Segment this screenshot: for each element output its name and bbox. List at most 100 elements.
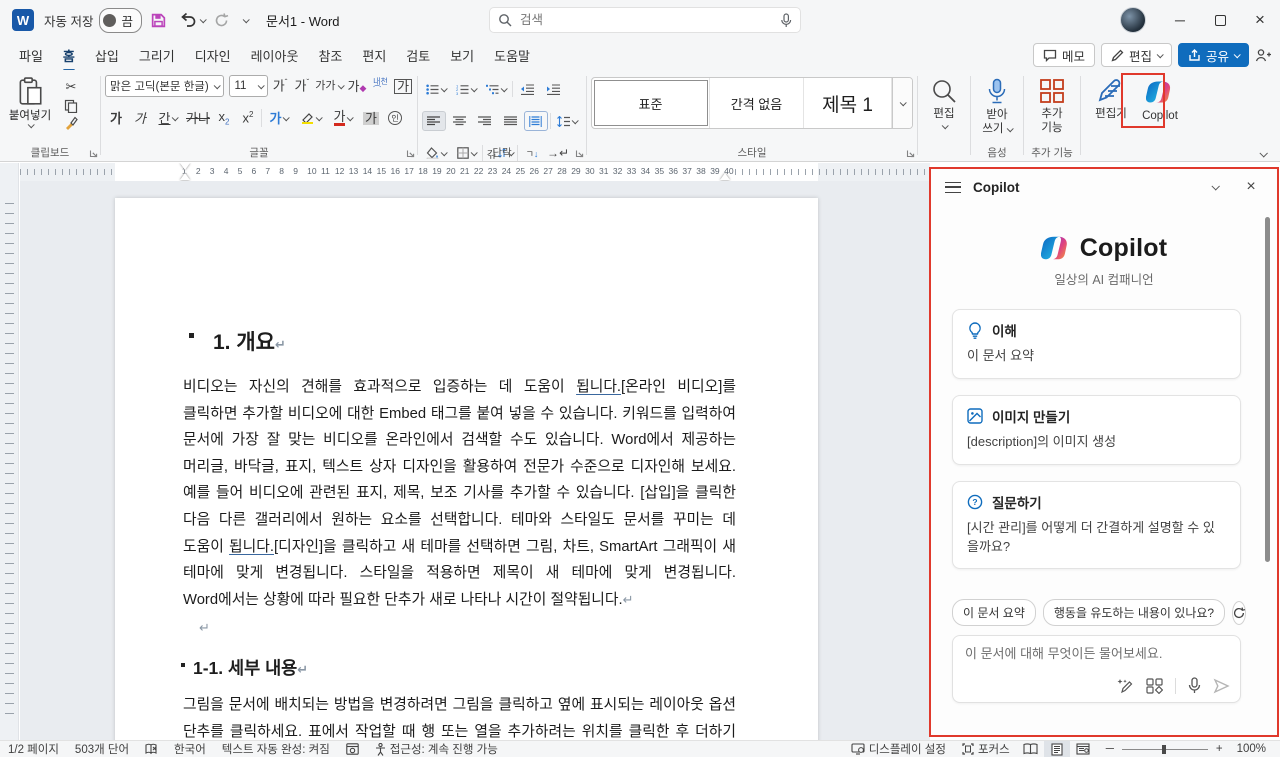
horizontal-ruler[interactable]: 1234567891011121314151617181920212223242… <box>20 163 930 181</box>
font-dialog-launcher[interactable] <box>406 149 415 158</box>
search-mic-icon[interactable] <box>780 13 792 28</box>
vertical-ruler[interactable] <box>0 163 19 740</box>
suggestion-pill-1[interactable]: 이 문서 요약 <box>952 599 1036 626</box>
refresh-suggestions-button[interactable] <box>1232 601 1246 625</box>
ribbon-tab-홈[interactable]: 홈 <box>54 41 84 70</box>
zoom-slider[interactable] <box>1122 749 1208 750</box>
save-button[interactable] <box>144 6 172 34</box>
word-count[interactable]: 503개 단어 <box>67 741 137 757</box>
font-size-combo[interactable]: 11 <box>229 75 268 97</box>
document-page[interactable]: 1. 개요↵비디오는 자신의 견해를 효과적으로 입증하는 데 도움이 됩니다.… <box>115 198 818 740</box>
undo-button[interactable] <box>174 6 202 34</box>
font-name-combo[interactable]: 맑은 고딕(본문 한글) <box>105 75 224 97</box>
editing-mode-button[interactable]: 편집 <box>1101 43 1172 67</box>
multilevel-list-button[interactable] <box>482 79 510 99</box>
ribbon-tab-편지[interactable]: 편지 <box>353 41 395 70</box>
right-indent-marker[interactable] <box>720 173 730 180</box>
zoom-in-button[interactable]: + <box>1214 741 1229 757</box>
shrink-font-button[interactable]: 가ˇ <box>292 75 312 97</box>
subscript-button[interactable]: x2 <box>213 107 235 129</box>
copilot-card-2[interactable]: 이미지 만들기[description]의 이미지 생성 <box>952 395 1241 465</box>
ribbon-tab-레이아웃[interactable]: 레이아웃 <box>242 41 308 70</box>
paste-button[interactable]: 붙여넣기 <box>4 75 56 130</box>
ribbon-tab-도움말[interactable]: 도움말 <box>485 41 539 70</box>
comments-button[interactable]: 메모 <box>1033 43 1095 67</box>
proofing-errors-icon[interactable] <box>137 741 166 757</box>
print-layout-button[interactable] <box>1044 741 1070 757</box>
copilot-card-1[interactable]: 이해이 문서 요약 <box>952 309 1241 379</box>
align-right-button[interactable] <box>473 111 497 131</box>
apps-icon[interactable] <box>1146 678 1163 694</box>
ribbon-tab-보기[interactable]: 보기 <box>441 41 483 70</box>
zoom-out-button[interactable]: ─ <box>1096 741 1116 757</box>
copilot-input-box[interactable] <box>952 635 1241 703</box>
accessibility-status[interactable]: 접근성: 계속 진행 가능 <box>367 741 506 757</box>
style-item-3[interactable]: 제목 1 <box>804 78 892 128</box>
clear-formatting-button[interactable]: 가◆ <box>346 75 368 97</box>
copilot-mic-icon[interactable] <box>1188 677 1201 694</box>
ribbon-tab-디자인[interactable]: 디자인 <box>186 41 240 70</box>
character-shading-button[interactable]: 가 <box>360 107 382 129</box>
clipboard-dialog-launcher[interactable] <box>89 149 98 158</box>
first-line-indent-marker[interactable] <box>180 163 190 170</box>
font-color-button[interactable]: 가 <box>328 107 358 129</box>
word-app-icon[interactable]: W <box>12 9 34 31</box>
character-border-button[interactable]: 가 <box>393 75 413 97</box>
document-content[interactable]: 1. 개요↵비디오는 자신의 견해를 효과적으로 입증하는 데 도움이 됩니다.… <box>183 326 736 740</box>
close-button[interactable]: × <box>1240 0 1280 40</box>
styles-gallery-more-icon[interactable] <box>892 78 912 128</box>
zoom-slider-handle[interactable] <box>1162 745 1166 754</box>
phonetic-guide-button[interactable]: 내천⌒ <box>370 75 392 97</box>
line-spacing-button[interactable] <box>553 111 582 131</box>
distribute-button[interactable] <box>524 111 548 131</box>
left-indent-marker[interactable] <box>180 173 190 180</box>
justify-button[interactable] <box>499 111 523 131</box>
increase-indent-button[interactable] <box>541 79 565 99</box>
grow-font-button[interactable]: 가ˆ <box>270 75 290 97</box>
web-layout-button[interactable] <box>1070 741 1096 757</box>
copilot-menu-icon[interactable] <box>945 182 961 193</box>
ribbon-tab-삽입[interactable]: 삽입 <box>86 41 128 70</box>
format-painter-button[interactable] <box>60 116 82 130</box>
display-settings-button[interactable]: 디스플레이 설정 <box>843 741 954 757</box>
copilot-ribbon-button[interactable]: Copilot <box>1137 75 1183 126</box>
undo-dropdown-icon[interactable] <box>200 16 207 23</box>
copy-button[interactable] <box>60 99 82 113</box>
minimize-button[interactable]: ─ <box>1160 0 1200 40</box>
underline-button[interactable]: 간 <box>153 107 183 129</box>
redo-button[interactable] <box>207 6 235 34</box>
document-canvas[interactable]: 1. 개요↵비디오는 자신의 견해를 효과적으로 입증하는 데 도움이 됩니다.… <box>20 181 930 740</box>
people-icon[interactable] <box>1255 48 1272 63</box>
search-box[interactable] <box>489 7 801 33</box>
macro-record-icon[interactable] <box>338 741 367 757</box>
style-item-2[interactable]: 간격 없음 <box>710 78 804 128</box>
numbering-button[interactable]: 123 <box>452 79 480 99</box>
addins-button[interactable]: 추가기능 <box>1028 75 1076 139</box>
zoom-level[interactable]: 100% <box>1229 741 1280 757</box>
text-effects-button[interactable]: 가 <box>264 107 294 129</box>
share-button[interactable]: 공유 <box>1178 43 1249 67</box>
send-icon[interactable] <box>1213 678 1230 694</box>
maximize-button[interactable] <box>1200 0 1240 40</box>
search-input[interactable] <box>520 13 772 27</box>
read-mode-button[interactable] <box>1018 741 1044 757</box>
styles-dialog-launcher[interactable] <box>906 149 915 158</box>
decrease-indent-button[interactable] <box>515 79 539 99</box>
copilot-panel-close-icon[interactable]: × <box>1239 175 1263 199</box>
prompt-gallery-icon[interactable] <box>1117 678 1134 694</box>
enclose-characters-button[interactable]: 인 <box>384 107 406 129</box>
paragraph-dialog-launcher[interactable] <box>575 149 584 158</box>
page-indicator[interactable]: 1/2 페이지 <box>0 741 67 757</box>
style-item-1[interactable]: 표준 <box>592 78 710 128</box>
copilot-card-3[interactable]: ?질문하기[시간 관리]를 어떻게 더 간결하게 설명할 수 있을까요? <box>952 481 1241 570</box>
suggestion-pill-2[interactable]: 행동을 유도하는 내용이 있나요? <box>1043 599 1225 626</box>
editor-button[interactable]: 편집기 <box>1085 75 1137 126</box>
find-editing-button[interactable]: 편집 <box>922 75 966 132</box>
language-indicator[interactable]: 한국어 <box>166 741 214 757</box>
user-avatar[interactable] <box>1120 7 1146 33</box>
collapse-ribbon-icon[interactable] <box>1259 149 1267 157</box>
copilot-input[interactable] <box>965 646 1228 661</box>
dictate-button[interactable]: 받아쓰기 <box>975 75 1019 140</box>
cut-button[interactable]: ✂ <box>60 78 82 96</box>
bullets-button[interactable] <box>422 79 450 99</box>
